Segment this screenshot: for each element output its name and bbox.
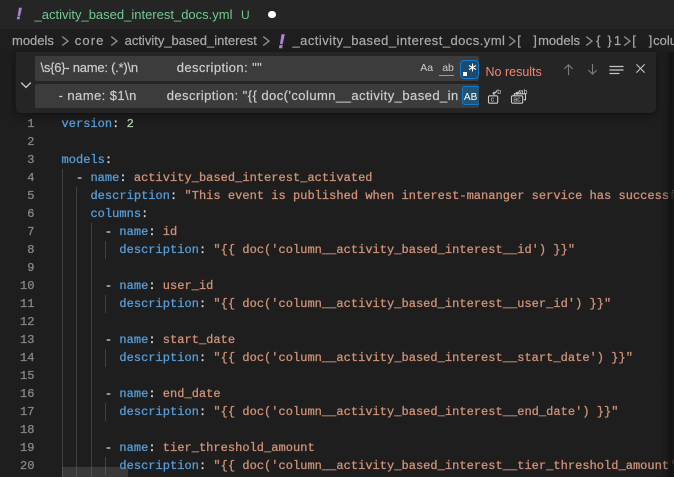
- svg-text:c: c: [491, 97, 495, 104]
- svg-text:ac: ac: [513, 97, 521, 104]
- svg-text:ab: ab: [520, 89, 528, 96]
- svg-text:b: b: [497, 89, 501, 96]
